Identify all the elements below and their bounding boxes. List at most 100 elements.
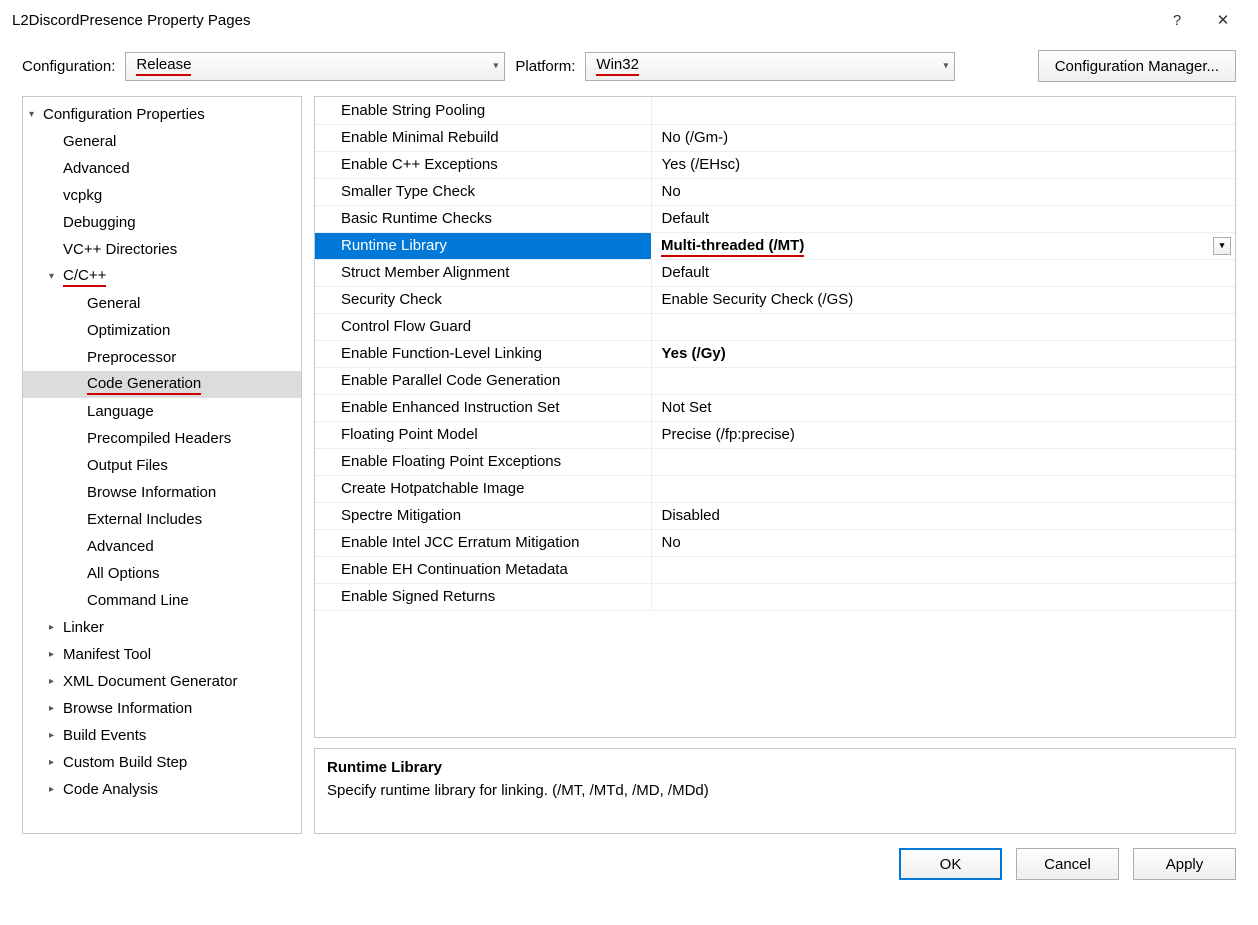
tree-item-label: VC++ Directories	[63, 241, 177, 258]
property-row[interactable]: Floating Point ModelPrecise (/fp:precise…	[315, 421, 1235, 448]
property-name: Enable Intel JCC Erratum Mitigation	[315, 529, 651, 556]
property-row[interactable]: Control Flow Guard	[315, 313, 1235, 340]
tree-item[interactable]: Output Files	[23, 452, 301, 479]
property-value[interactable]	[651, 556, 1235, 583]
tree-item-label: General	[63, 133, 116, 150]
tree-item-label: Advanced	[87, 538, 154, 555]
expander-closed-icon[interactable]: ▸	[49, 676, 63, 687]
tree-item[interactable]: General	[23, 128, 301, 155]
cancel-button[interactable]: Cancel	[1016, 848, 1119, 880]
tree-item[interactable]: VC++ Directories	[23, 236, 301, 263]
property-row[interactable]: Runtime LibraryMulti-threaded (/MT)▾	[315, 232, 1235, 259]
property-value[interactable]	[651, 97, 1235, 124]
property-name: Enable Signed Returns	[315, 583, 651, 610]
property-value[interactable]: Precise (/fp:precise)	[651, 421, 1235, 448]
expander-closed-icon[interactable]: ▸	[49, 730, 63, 741]
tree-item[interactable]: ▾Configuration Properties	[23, 101, 301, 128]
expander-closed-icon[interactable]: ▸	[49, 622, 63, 633]
property-value[interactable]	[651, 313, 1235, 340]
property-row[interactable]: Enable Minimal RebuildNo (/Gm-)	[315, 124, 1235, 151]
property-name: Spectre Mitigation	[315, 502, 651, 529]
tree-item[interactable]: Advanced	[23, 533, 301, 560]
help-icon[interactable]: ?	[1154, 12, 1200, 29]
property-value[interactable]: Not Set	[651, 394, 1235, 421]
tree-item-label: Advanced	[63, 160, 130, 177]
tree-item[interactable]: Code Generation	[23, 371, 301, 398]
property-value[interactable]: Enable Security Check (/GS)	[651, 286, 1235, 313]
property-row[interactable]: Enable Parallel Code Generation	[315, 367, 1235, 394]
property-row[interactable]: Enable Function-Level LinkingYes (/Gy)	[315, 340, 1235, 367]
tree-item[interactable]: External Includes	[23, 506, 301, 533]
tree-item[interactable]: ▾C/C++	[23, 263, 301, 290]
property-value[interactable]: Yes (/Gy)	[651, 340, 1235, 367]
tree-item[interactable]: ▸Custom Build Step	[23, 749, 301, 776]
property-row[interactable]: Enable Enhanced Instruction SetNot Set	[315, 394, 1235, 421]
property-row[interactable]: Spectre MitigationDisabled	[315, 502, 1235, 529]
tree-item[interactable]: Optimization	[23, 317, 301, 344]
ok-button[interactable]: OK	[899, 848, 1002, 880]
tree-item[interactable]: Browse Information	[23, 479, 301, 506]
property-value[interactable]: No	[651, 529, 1235, 556]
property-row[interactable]: Enable C++ ExceptionsYes (/EHsc)	[315, 151, 1235, 178]
property-name: Enable C++ Exceptions	[315, 151, 651, 178]
property-row[interactable]: Enable Signed Returns	[315, 583, 1235, 610]
property-name: Enable Floating Point Exceptions	[315, 448, 651, 475]
expander-closed-icon[interactable]: ▸	[49, 784, 63, 795]
tree-item[interactable]: ▸Code Analysis	[23, 776, 301, 803]
chevron-down-icon[interactable]: ▾	[1213, 237, 1231, 255]
tree-item[interactable]: Advanced	[23, 155, 301, 182]
property-value[interactable]: Multi-threaded (/MT)▾	[651, 232, 1235, 259]
property-value[interactable]	[651, 583, 1235, 610]
tree-item-label: Build Events	[63, 727, 146, 744]
property-row[interactable]: Enable String Pooling	[315, 97, 1235, 124]
property-value[interactable]	[651, 448, 1235, 475]
tree-item[interactable]: Precompiled Headers	[23, 425, 301, 452]
property-value[interactable]	[651, 367, 1235, 394]
property-value[interactable]	[651, 475, 1235, 502]
tree-item[interactable]: vcpkg	[23, 182, 301, 209]
tree-item-label: Custom Build Step	[63, 754, 187, 771]
tree-item[interactable]: ▸Browse Information	[23, 695, 301, 722]
property-value[interactable]: Disabled	[651, 502, 1235, 529]
property-value[interactable]: No	[651, 178, 1235, 205]
tree-item[interactable]: Preprocessor	[23, 344, 301, 371]
property-value[interactable]: Default	[651, 205, 1235, 232]
tree-item[interactable]: Debugging	[23, 209, 301, 236]
expander-closed-icon[interactable]: ▸	[49, 649, 63, 660]
tree-item[interactable]: ▸Build Events	[23, 722, 301, 749]
property-row[interactable]: Enable EH Continuation Metadata	[315, 556, 1235, 583]
tree-item[interactable]: ▸Manifest Tool	[23, 641, 301, 668]
property-value[interactable]: Yes (/EHsc)	[651, 151, 1235, 178]
property-row[interactable]: Basic Runtime ChecksDefault	[315, 205, 1235, 232]
configuration-manager-button[interactable]: Configuration Manager...	[1038, 50, 1236, 82]
tree-item-label: Manifest Tool	[63, 646, 151, 663]
property-row[interactable]: Struct Member AlignmentDefault	[315, 259, 1235, 286]
expander-closed-icon[interactable]: ▸	[49, 757, 63, 768]
property-row[interactable]: Create Hotpatchable Image	[315, 475, 1235, 502]
tree-item-label: External Includes	[87, 511, 202, 528]
property-row[interactable]: Enable Intel JCC Erratum MitigationNo	[315, 529, 1235, 556]
property-value[interactable]: No (/Gm-)	[651, 124, 1235, 151]
expander-open-icon[interactable]: ▾	[49, 271, 63, 282]
property-row[interactable]: Smaller Type CheckNo	[315, 178, 1235, 205]
property-name: Control Flow Guard	[315, 313, 651, 340]
apply-button[interactable]: Apply	[1133, 848, 1236, 880]
expander-open-icon[interactable]: ▾	[29, 109, 43, 120]
title-bar: L2DiscordPresence Property Pages ? ✕	[0, 0, 1258, 40]
tree-item[interactable]: ▸XML Document Generator	[23, 668, 301, 695]
tree-item[interactable]: ▸Linker	[23, 614, 301, 641]
tree-item-label: All Options	[87, 565, 160, 582]
property-name: Runtime Library	[315, 232, 651, 259]
tree-item[interactable]: Language	[23, 398, 301, 425]
platform-combo[interactable]: Win32 ▾	[585, 52, 955, 81]
tree-item[interactable]: All Options	[23, 560, 301, 587]
property-row[interactable]: Enable Floating Point Exceptions	[315, 448, 1235, 475]
configuration-combo[interactable]: Release ▾	[125, 52, 505, 81]
tree-item-label: Optimization	[87, 322, 170, 339]
close-icon[interactable]: ✕	[1200, 11, 1246, 29]
tree-item[interactable]: Command Line	[23, 587, 301, 614]
expander-closed-icon[interactable]: ▸	[49, 703, 63, 714]
tree-item[interactable]: General	[23, 290, 301, 317]
property-row[interactable]: Security CheckEnable Security Check (/GS…	[315, 286, 1235, 313]
property-value[interactable]: Default	[651, 259, 1235, 286]
